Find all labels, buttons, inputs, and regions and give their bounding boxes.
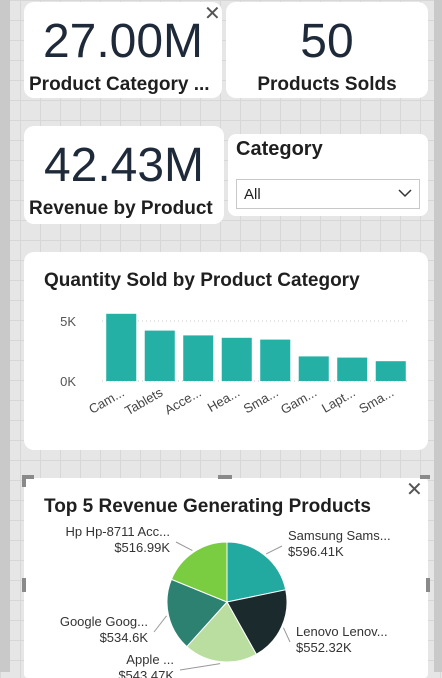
close-icon[interactable]: ✕ — [204, 4, 221, 24]
category-dropdown[interactable]: All — [236, 179, 420, 209]
pie-slice-name: Hp Hp-8711 Acc... — [65, 524, 170, 539]
bar-chart: 5K0KCam...TabletsAcce... Hea...Sma...Gam.… — [60, 313, 410, 418]
pie-chart: Samsung Sams...$596.41KLenovo Lenov...$5… — [60, 524, 391, 678]
pie-slice-value: $596.41K — [288, 544, 344, 559]
pie-leader-line — [179, 663, 221, 671]
pie-slice-value: $534.6K — [100, 630, 149, 645]
pie-slice-name: Lenovo Lenov... — [296, 624, 388, 639]
chevron-down-icon[interactable] — [397, 186, 413, 200]
x-tick-label: Sma... — [356, 385, 396, 417]
kpi-label: Products Solds — [257, 74, 397, 95]
canvas-left-edge — [0, 0, 10, 672]
pie-slice-value: $552.32K — [296, 640, 352, 655]
x-tick-label: Cam... — [86, 385, 127, 417]
y-tick-label: 5K — [60, 314, 76, 329]
resize-handle-right-middle[interactable] — [426, 578, 430, 592]
kpi-card-product-category[interactable]: 27.00M Product Category ... ✕ — [24, 2, 222, 98]
resize-handle-top-center[interactable] — [218, 475, 232, 479]
pie-leader-line — [153, 615, 167, 633]
x-tick-label: Gam... — [278, 385, 319, 417]
pie-leader-line — [175, 541, 193, 551]
bar-chart-card[interactable]: Quantity Sold by Product Category 5K 0K Ca… — [24, 252, 428, 450]
pie-leader-line — [282, 627, 291, 643]
kpi-label: Revenue by Product — [29, 198, 213, 219]
bar — [375, 361, 406, 381]
pie-slice-value: $543.47K — [118, 668, 174, 678]
kpi-label: Product Category ... — [29, 74, 210, 95]
bar — [144, 330, 175, 381]
pie-slice-name: Samsung Sams... — [288, 528, 391, 543]
bar — [221, 337, 252, 381]
resize-handle-top-right[interactable] — [420, 475, 430, 479]
slicer-title: Category — [236, 138, 323, 160]
canvas-right-edge — [434, 0, 442, 672]
bar — [106, 313, 137, 381]
bar — [337, 357, 368, 381]
x-tick-label: Lapt... — [319, 385, 358, 416]
x-tick-label: Hea... — [205, 385, 243, 415]
pie-slice-value: $516.99K — [114, 540, 170, 555]
kpi-card-revenue[interactable]: 42.43M Revenue by Product — [24, 126, 224, 224]
y-tick-label: 0K — [60, 374, 76, 389]
pie-slice-name: Google Goog... — [60, 614, 148, 629]
kpi-value: 42.43M — [43, 139, 205, 192]
x-tick-label: Tablets — [122, 384, 166, 418]
resize-handle-top-left-v[interactable] — [22, 475, 26, 487]
dropdown-selected-value: All — [244, 186, 261, 203]
kpi-value: 50 — [300, 15, 354, 68]
resize-handle-left-middle[interactable] — [22, 578, 26, 592]
pie-slice-name: Apple ... — [126, 652, 174, 667]
x-tick-label: Acce... — [162, 385, 204, 418]
kpi-card-products-sold[interactable]: 50 Products Solds — [226, 2, 428, 98]
x-tick-label: Sma... — [241, 385, 281, 417]
category-slicer[interactable]: Category All — [228, 134, 428, 216]
pie-chart-card[interactable]: Top 5 Revenue Generating Products ✕ Sams… — [24, 478, 428, 678]
bar — [183, 335, 214, 381]
kpi-value: 27.00M — [42, 15, 204, 68]
pie-leader-line — [265, 545, 283, 555]
bar — [298, 356, 329, 381]
bar — [260, 339, 291, 381]
